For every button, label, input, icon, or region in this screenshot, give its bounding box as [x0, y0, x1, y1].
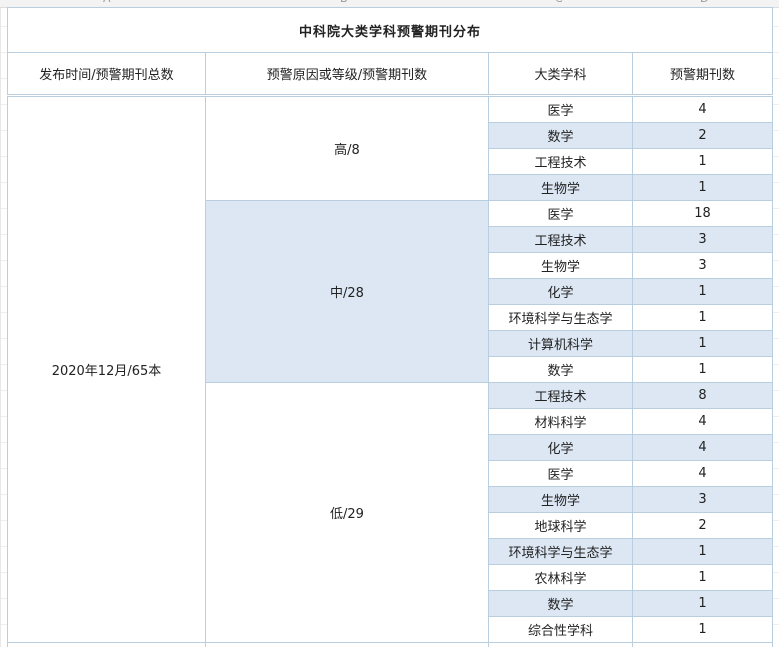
header-subject[interactable]: 大类学科 — [488, 52, 633, 95]
subject-cell[interactable]: 数学 — [488, 122, 633, 149]
empty-cell[interactable] — [205, 642, 489, 647]
count-cell[interactable]: 1 — [632, 564, 773, 591]
warning-level-cell[interactable]: 高/8 — [205, 96, 489, 201]
table-row: 2020年12月/65本 高/8 医学 4 — [7, 96, 773, 643]
count-cell[interactable]: 1 — [632, 174, 773, 201]
subject-cell[interactable]: 农林科学 — [488, 564, 633, 591]
count-cell[interactable]: 4 — [632, 460, 773, 487]
count-cell[interactable]: 3 — [632, 486, 773, 513]
release-summary-cell[interactable]: 2020年12月/65本 — [7, 96, 206, 643]
subject-cell[interactable]: 综合性学科 — [488, 616, 633, 643]
count-cell[interactable]: 1 — [632, 538, 773, 565]
count-cell[interactable]: 3 — [632, 252, 773, 279]
count-cell[interactable]: 4 — [632, 96, 773, 123]
subject-cell[interactable]: 化学 — [488, 278, 633, 305]
count-cell[interactable]: 8 — [632, 382, 773, 409]
trailing-row — [7, 642, 773, 647]
header-release-time[interactable]: 发布时间/预警期刊总数 — [7, 52, 206, 95]
subject-cell[interactable]: 数学 — [488, 590, 633, 617]
count-cell[interactable]: 1 — [632, 330, 773, 357]
table-title[interactable]: 中科院大类学科预警期刊分布 — [7, 7, 773, 53]
subject-cell[interactable]: 工程技术 — [488, 382, 633, 409]
subject-cell[interactable]: 环境科学与生态学 — [488, 304, 633, 331]
empty-cell[interactable] — [488, 642, 633, 647]
count-cell[interactable]: 1 — [632, 356, 773, 383]
subject-cell[interactable]: 工程技术 — [488, 148, 633, 175]
header-journal-count[interactable]: 预警期刊数 — [632, 52, 773, 95]
column-letter[interactable]: D — [700, 0, 708, 5]
warning-level-cell[interactable]: 中/28 — [205, 200, 489, 383]
column-letter[interactable]: C — [555, 0, 563, 5]
count-cell[interactable]: 1 — [632, 148, 773, 175]
count-cell[interactable]: 4 — [632, 434, 773, 461]
empty-cell[interactable] — [7, 642, 206, 647]
spreadsheet-sheet: A B C D 中科院大类学科预警期刊分布 发布时间/预警期刊总数 预警原因或等… — [0, 0, 779, 647]
subject-cell[interactable]: 医学 — [488, 96, 633, 123]
header-warning-level[interactable]: 预警原因或等级/预警期刊数 — [205, 52, 489, 95]
count-cell[interactable]: 3 — [632, 226, 773, 253]
count-cell[interactable]: 1 — [632, 590, 773, 617]
subject-cell[interactable]: 医学 — [488, 460, 633, 487]
subject-cell[interactable]: 计算机科学 — [488, 330, 633, 357]
count-cell[interactable]: 2 — [632, 122, 773, 149]
subject-cell[interactable]: 地球科学 — [488, 512, 633, 539]
subject-cell[interactable]: 环境科学与生态学 — [488, 538, 633, 565]
count-cell[interactable]: 1 — [632, 616, 773, 643]
count-cell[interactable]: 18 — [632, 200, 773, 227]
column-letter[interactable]: B — [340, 0, 348, 5]
subject-cell[interactable]: 医学 — [488, 200, 633, 227]
count-cell[interactable]: 1 — [632, 278, 773, 305]
subject-cell[interactable]: 生物学 — [488, 252, 633, 279]
warning-journal-table: 中科院大类学科预警期刊分布 发布时间/预警期刊总数 预警原因或等级/预警期刊数 … — [7, 7, 773, 647]
subject-cell[interactable]: 材料科学 — [488, 408, 633, 435]
count-cell[interactable]: 1 — [632, 304, 773, 331]
subject-cell[interactable]: 生物学 — [488, 174, 633, 201]
count-cell[interactable]: 2 — [632, 512, 773, 539]
subject-cell[interactable]: 数学 — [488, 356, 633, 383]
warning-level-cell[interactable]: 低/29 — [205, 382, 489, 643]
column-letter[interactable]: A — [103, 0, 111, 5]
empty-cell[interactable] — [632, 642, 773, 647]
subject-cell[interactable]: 化学 — [488, 434, 633, 461]
subject-cell[interactable]: 生物学 — [488, 486, 633, 513]
subject-cell[interactable]: 工程技术 — [488, 226, 633, 253]
count-cell[interactable]: 4 — [632, 408, 773, 435]
